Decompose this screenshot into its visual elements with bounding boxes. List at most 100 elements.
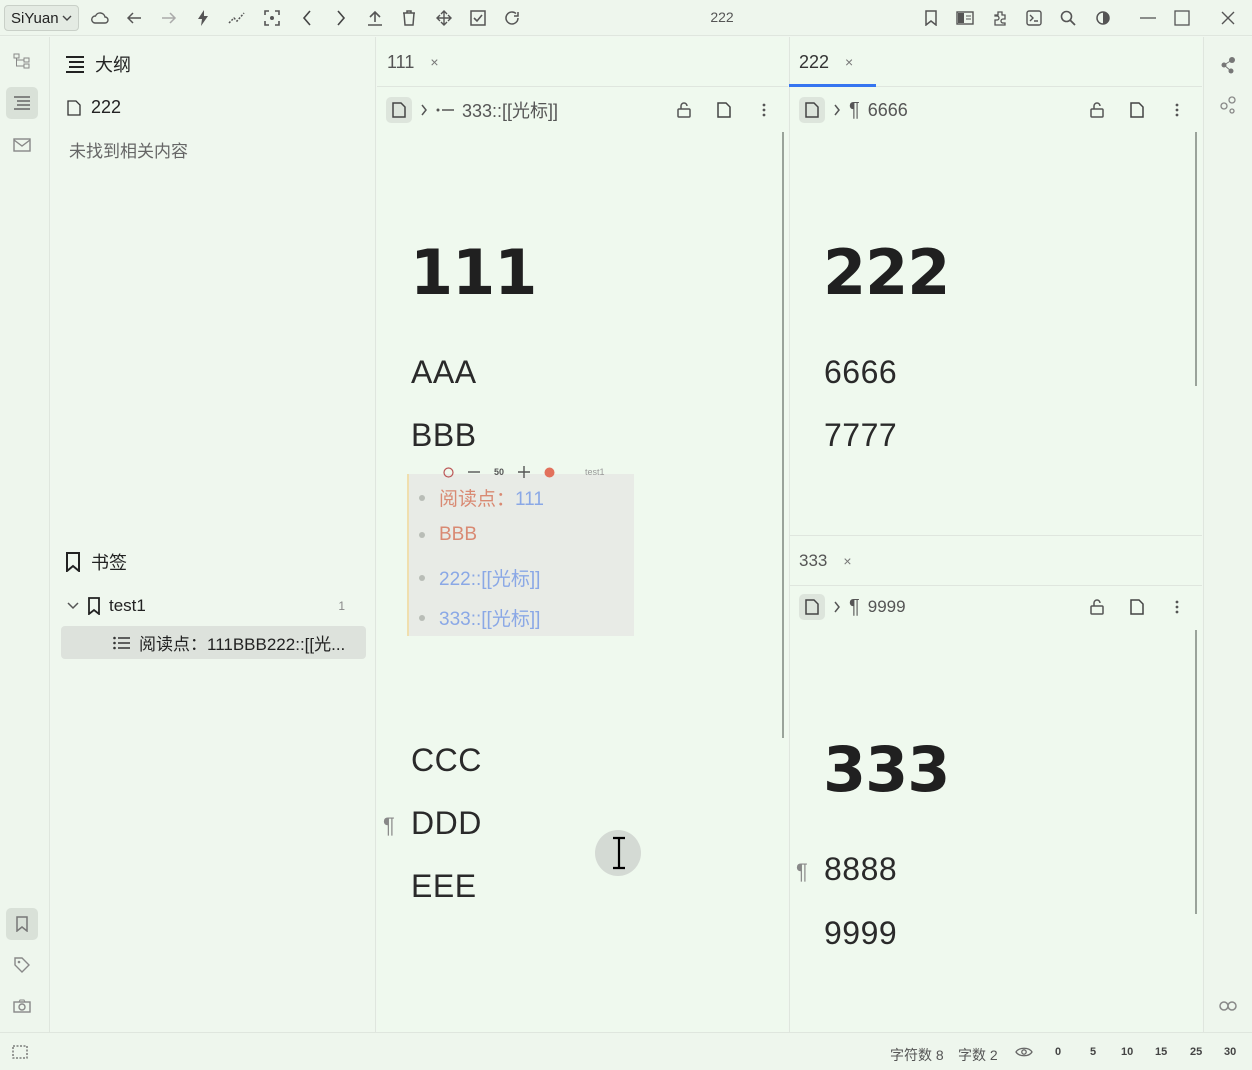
outline-doc[interactable]: 222 bbox=[67, 97, 121, 118]
breadcrumb-right-bottom-label[interactable]: 9999 bbox=[868, 597, 906, 617]
chevron-right-icon bbox=[421, 104, 427, 116]
scale-tick: 30 bbox=[1224, 1046, 1237, 1058]
inbox-icon[interactable] bbox=[6, 129, 38, 161]
bookmark-title: 书签 bbox=[91, 553, 127, 573]
record-icon[interactable] bbox=[544, 467, 555, 478]
refresh-icon[interactable] bbox=[500, 6, 524, 30]
paragraph: EEE bbox=[411, 868, 477, 904]
graph-view-icon[interactable] bbox=[1212, 49, 1244, 81]
scrollbar-right-top[interactable] bbox=[1195, 132, 1197, 386]
zoom-out-icon[interactable] bbox=[468, 471, 480, 473]
camera-icon[interactable] bbox=[6, 990, 38, 1022]
outline-panel: 大纲 222 未找到相关内容 书签 test1 1 阅读点：111BBB222:… bbox=[51, 37, 376, 1032]
bookmark-group-test1[interactable]: test1 1 bbox=[67, 593, 357, 619]
terminal-icon[interactable] bbox=[1022, 6, 1046, 30]
right-dock bbox=[1203, 37, 1252, 1032]
scrollbar-right-bottom[interactable] bbox=[1195, 630, 1197, 914]
bookmark-icon[interactable] bbox=[919, 6, 943, 30]
breadcrumb-right-top: ¶ 6666 bbox=[799, 90, 908, 130]
more-vertical-icon[interactable] bbox=[1166, 596, 1188, 618]
breadcrumb-right-top-label[interactable]: 6666 bbox=[868, 100, 908, 121]
bookmark-item-label: 阅读点：111BBB222::[[光... bbox=[139, 635, 346, 654]
outline-header: 大纲 bbox=[65, 51, 131, 77]
plugin-icon[interactable] bbox=[988, 6, 1012, 30]
chevron-right-icon bbox=[834, 104, 840, 116]
chevron-right-icon[interactable] bbox=[329, 6, 353, 30]
document-icon[interactable] bbox=[799, 97, 825, 123]
breadcrumb-left: 333::[[光标]] bbox=[386, 90, 558, 130]
lightning-icon[interactable] bbox=[191, 6, 215, 30]
zoom-in-icon[interactable] bbox=[518, 466, 531, 478]
search-icon[interactable] bbox=[1056, 6, 1080, 30]
tab-close-icon[interactable]: × bbox=[430, 54, 438, 70]
pilcrow-icon[interactable]: ¶ bbox=[796, 859, 808, 885]
link-icon[interactable] bbox=[1212, 990, 1244, 1022]
paragraph: AAA bbox=[411, 354, 477, 390]
block-ref-link[interactable]: 222::[[光标]] bbox=[439, 564, 540, 591]
block-ref-link[interactable]: 111 bbox=[515, 489, 544, 510]
lock-open-icon[interactable] bbox=[1086, 596, 1108, 618]
tab-111[interactable]: 111 × bbox=[387, 37, 439, 87]
theme-mode-icon[interactable] bbox=[1091, 6, 1115, 30]
embed-text: BBB bbox=[439, 524, 478, 545]
back-arrow-icon[interactable] bbox=[122, 6, 146, 30]
lock-open-icon[interactable] bbox=[673, 99, 695, 121]
tab-close-icon[interactable]: × bbox=[845, 54, 853, 70]
close-window-icon[interactable] bbox=[1216, 6, 1240, 30]
scrollbar-left[interactable] bbox=[782, 132, 784, 738]
document-icon[interactable] bbox=[799, 594, 825, 620]
embed-zoom-value: 50 bbox=[494, 467, 505, 477]
more-vertical-icon[interactable] bbox=[753, 99, 775, 121]
graph-trend-icon[interactable] bbox=[225, 6, 249, 30]
outline-doc-name: 222 bbox=[91, 97, 122, 117]
tab-bar-right-top: 222 × bbox=[789, 37, 1202, 87]
file-tree-icon[interactable] bbox=[6, 45, 38, 77]
top-toolbar: SiYuan 222 bbox=[0, 0, 1252, 36]
upload-icon[interactable] bbox=[363, 6, 387, 30]
circle-icon[interactable] bbox=[443, 466, 454, 478]
bookmark-dock-icon[interactable] bbox=[6, 908, 38, 940]
embed-text: 阅读点： bbox=[439, 489, 516, 510]
paragraph-icon: ¶ bbox=[849, 98, 860, 121]
global-graph-icon[interactable] bbox=[1212, 89, 1244, 121]
move-icon[interactable] bbox=[432, 6, 456, 30]
layout-icon[interactable] bbox=[12, 1045, 28, 1059]
outline-icon[interactable] bbox=[6, 87, 38, 119]
breadcrumb-left-label[interactable]: 333::[[光标]] bbox=[462, 97, 558, 123]
maximize-icon[interactable] bbox=[1170, 6, 1194, 30]
embed-name: test1 bbox=[585, 467, 605, 477]
focus-frame-icon[interactable] bbox=[260, 6, 284, 30]
tab-close-icon[interactable]: × bbox=[843, 553, 851, 569]
status-bar: 字符数 8 字数 2 0 5 10 15 25 30 bbox=[0, 1032, 1252, 1070]
eye-icon[interactable] bbox=[1015, 1046, 1033, 1058]
doc-info-icon[interactable] bbox=[1126, 596, 1148, 618]
lock-open-icon[interactable] bbox=[1086, 99, 1108, 121]
tab-333-label: 333 bbox=[799, 550, 828, 570]
tab-222[interactable]: 222 × bbox=[799, 37, 853, 87]
tag-icon[interactable] bbox=[6, 949, 38, 981]
cloud-sync-icon[interactable] bbox=[88, 6, 112, 30]
chevron-down-icon bbox=[62, 15, 72, 21]
doc-info-icon[interactable] bbox=[713, 99, 735, 121]
more-vertical-icon[interactable] bbox=[1166, 99, 1188, 121]
checkbox-icon[interactable] bbox=[466, 6, 490, 30]
document-icon[interactable] bbox=[386, 97, 412, 123]
tab-333[interactable]: 333 × bbox=[799, 535, 852, 586]
reader-mode-icon[interactable] bbox=[953, 6, 977, 30]
char-count: 字符数 8 bbox=[890, 1047, 944, 1063]
chevron-down-icon bbox=[67, 602, 79, 610]
list-icon bbox=[113, 636, 130, 649]
bookmark-item[interactable]: 阅读点：111BBB222::[[光... bbox=[61, 626, 366, 659]
scale-tick: 15 bbox=[1155, 1046, 1168, 1058]
trash-icon[interactable] bbox=[397, 6, 421, 30]
doc-heading-111: 111 bbox=[410, 236, 537, 309]
minimize-icon[interactable] bbox=[1136, 6, 1160, 30]
block-ref-link[interactable]: 333::[[光标]] bbox=[439, 604, 540, 631]
forward-arrow-icon[interactable] bbox=[157, 6, 181, 30]
pilcrow-icon[interactable]: ¶ bbox=[383, 813, 395, 839]
doc-info-icon[interactable] bbox=[1126, 99, 1148, 121]
chevron-left-icon[interactable] bbox=[295, 6, 319, 30]
brand-label: SiYuan bbox=[11, 9, 59, 27]
bullet-icon bbox=[419, 614, 425, 621]
workspace-menu-button[interactable]: SiYuan bbox=[4, 5, 79, 31]
